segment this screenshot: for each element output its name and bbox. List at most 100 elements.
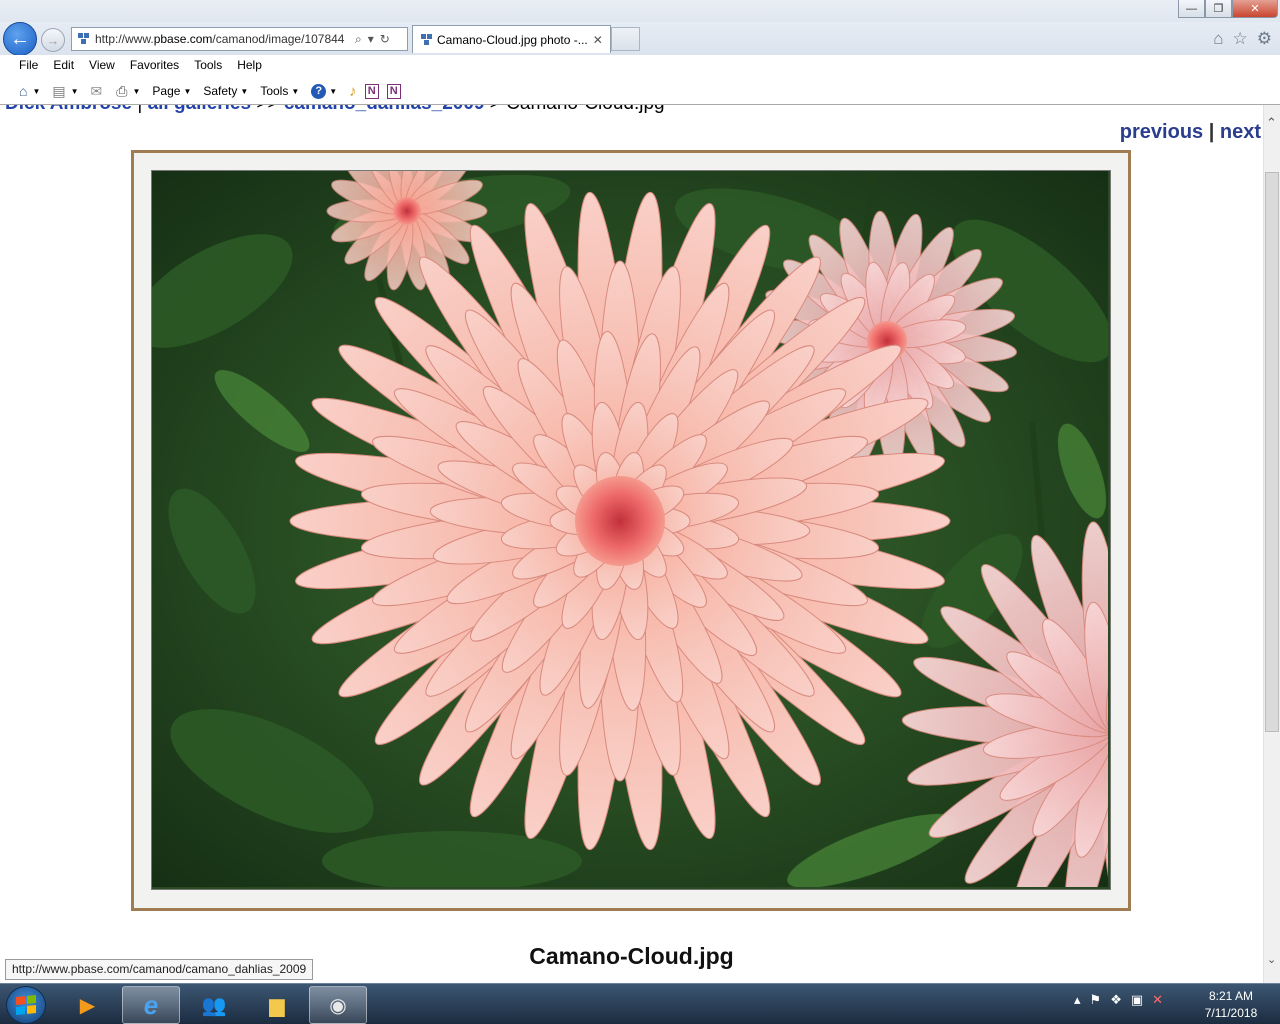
taskbar-network-app[interactable]: 👥: [185, 986, 243, 1024]
dahlia-photo[interactable]: [151, 170, 1111, 890]
pbase-favicon-icon: [78, 33, 90, 45]
chevron-down-icon: ▼: [240, 86, 249, 96]
search-icon[interactable]: ⌕: [355, 32, 362, 47]
clock-date: 7/11/2018: [1204, 1006, 1258, 1020]
menu-help[interactable]: Help: [237, 55, 262, 78]
taskbar-file-explorer[interactable]: ▆: [248, 986, 306, 1024]
pager-separator: |: [1203, 121, 1220, 143]
breadcrumb-gallery-link[interactable]: camano_dahlias_2009: [284, 105, 485, 114]
photo-frame: [131, 150, 1131, 911]
network-icon[interactable]: ▣: [1131, 992, 1143, 1008]
refresh-icon[interactable]: ↻: [380, 32, 390, 47]
previous-link[interactable]: previous: [1120, 121, 1203, 143]
dropdown-chevron-icon[interactable]: ▾: [368, 32, 374, 47]
breadcrumb-all-galleries-link[interactable]: all galleries: [148, 105, 252, 114]
tools-menu-label: Tools: [260, 84, 289, 98]
print-icon: ⎙: [116, 82, 128, 99]
back-button[interactable]: ←: [3, 22, 37, 56]
new-tab-button[interactable]: [611, 27, 640, 51]
vertical-scrollbar[interactable]: ⌃ ⌄: [1263, 105, 1280, 983]
taskbar-photo-app[interactable]: ◉: [309, 986, 367, 1024]
menu-view[interactable]: View: [89, 55, 115, 78]
internet-explorer-icon: e: [143, 989, 159, 1020]
chevron-down-icon: ▼: [70, 86, 79, 96]
navigation-bar: ← → http://www.pbase.com/camanod/image/1…: [0, 22, 1280, 56]
browser-icons: ⌂ ☆ ⚙: [1213, 29, 1272, 49]
address-url[interactable]: http://www.pbase.com/camanod/image/10784…: [95, 32, 353, 46]
menu-tools[interactable]: Tools: [194, 55, 222, 78]
breadcrumb: Dick Ambrose | all galleries >> camano_d…: [5, 105, 665, 115]
windows-logo-icon: [16, 994, 36, 1016]
scroll-down-icon[interactable]: ⌄: [1267, 953, 1276, 966]
forward-arrow-icon: →: [46, 32, 60, 48]
onenote-linked-icon[interactable]: N: [364, 83, 379, 99]
tools-menu[interactable]: Tools ▼: [260, 84, 299, 98]
start-button[interactable]: [6, 986, 46, 1024]
folder-icon: ▆: [269, 994, 285, 1017]
taskbar-media-player[interactable]: ▶: [60, 986, 115, 1024]
favorites-star-icon[interactable]: ☆: [1233, 29, 1248, 49]
address-bar[interactable]: http://www.pbase.com/camanod/image/10784…: [71, 27, 408, 51]
command-bar: ⌂ ▼ ▤ ▼ ✉ ⎙ ▼ Page ▼ Safety ▼ Tools ▼ ? ▼ ♪ N N: [0, 78, 1280, 105]
help-icon: ?: [311, 83, 327, 99]
window-title-bar: — ❐ ✕: [0, 0, 1280, 24]
safety-menu[interactable]: Safety ▼: [203, 84, 248, 98]
breadcrumb-separator: |: [132, 105, 148, 114]
home-command[interactable]: ⌂ ▼: [19, 83, 40, 99]
research-icon[interactable]: ♪: [349, 83, 357, 100]
settings-gear-icon[interactable]: ⚙: [1257, 29, 1272, 49]
chevron-down-icon: ▼: [132, 86, 141, 96]
page-menu-label: Page: [152, 84, 181, 98]
address-tools: ⌕ ▾ ↻: [355, 32, 390, 47]
dropbox-icon[interactable]: ❖: [1110, 992, 1122, 1008]
tab-close-icon[interactable]: ✕: [593, 33, 603, 47]
tab-title: Camano-Cloud.jpg photo -...: [437, 32, 588, 47]
restore-button[interactable]: ❐: [1205, 0, 1232, 18]
home-icon: ⌂: [19, 83, 28, 99]
status-link-preview: http://www.pbase.com/camanod/camano_dahl…: [5, 959, 314, 980]
breadcrumb-separator: >: [485, 105, 507, 114]
menu-bar: File Edit View Favorites Tools Help: [0, 55, 1280, 78]
chevron-down-icon: ▼: [291, 86, 300, 96]
dahlia-photo-image: [152, 171, 1108, 887]
eye-photo-icon: ◉: [329, 994, 347, 1017]
print-command[interactable]: ⎙ ▼: [116, 83, 140, 100]
taskbar-internet-explorer[interactable]: e: [122, 986, 180, 1024]
close-window-button[interactable]: ✕: [1232, 0, 1278, 18]
windows-taskbar: ▶ e 👥 ▆ ◉ ▴ ⚑ ❖ ▣ ✕ 8:21 AM 7/11/2018: [0, 983, 1280, 1024]
rss-feed-icon: ▤: [52, 82, 66, 99]
page-menu[interactable]: Page ▼: [152, 84, 191, 98]
media-player-icon: ▶: [79, 994, 96, 1017]
system-tray: ▴ ⚑ ❖ ▣ ✕: [1074, 992, 1163, 1008]
minimize-button[interactable]: —: [1178, 0, 1205, 18]
help-command[interactable]: ? ▼: [311, 83, 338, 99]
system-clock[interactable]: 8:21 AM 7/11/2018: [1197, 988, 1265, 1022]
breadcrumb-owner-link[interactable]: Dick Ambrose: [5, 105, 132, 114]
menu-favorites[interactable]: Favorites: [130, 55, 179, 78]
feeds-command[interactable]: ▤ ▼: [52, 83, 78, 100]
breadcrumb-current: Camano-Cloud.jpg: [506, 105, 664, 114]
users-network-icon: 👥: [201, 994, 227, 1017]
read-mail-command[interactable]: ✉: [91, 83, 105, 100]
tab-active[interactable]: Camano-Cloud.jpg photo -... ✕: [412, 25, 611, 53]
onenote-send-icon[interactable]: N: [386, 83, 401, 99]
scroll-up-icon[interactable]: ⌃: [1266, 115, 1277, 131]
breadcrumb-separator: >>: [251, 105, 284, 114]
volume-muted-icon[interactable]: ✕: [1152, 992, 1163, 1008]
safety-menu-label: Safety: [203, 84, 238, 98]
action-center-flag-icon[interactable]: ⚑: [1090, 992, 1102, 1008]
chevron-down-icon: ▼: [329, 86, 338, 96]
home-icon[interactable]: ⌂: [1213, 29, 1223, 49]
next-link[interactable]: next: [1220, 121, 1261, 143]
clock-time: 8:21 AM: [1208, 989, 1254, 1003]
tab-favicon-icon: [421, 33, 433, 46]
mail-icon: ✉: [90, 82, 103, 99]
forward-button[interactable]: →: [41, 28, 65, 52]
menu-edit[interactable]: Edit: [53, 55, 74, 78]
window-controls: — ❐ ✕: [1178, 0, 1278, 18]
show-hidden-icons-icon[interactable]: ▴: [1074, 992, 1081, 1008]
menu-file[interactable]: File: [19, 55, 38, 78]
image-pager: previous | next: [1120, 121, 1261, 144]
scrollbar-thumb[interactable]: [1265, 172, 1279, 732]
photo-mat: [134, 153, 1128, 908]
